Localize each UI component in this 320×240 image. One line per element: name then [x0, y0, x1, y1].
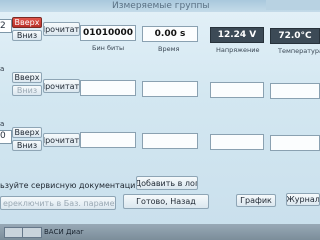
value-cell-3-4	[270, 135, 320, 151]
caption-1-1: Бин биты	[92, 44, 125, 52]
group-down-button-1[interactable]: Вниз	[12, 30, 42, 41]
group-label-3: а	[0, 120, 5, 128]
caption-1-3: Напряжение	[216, 46, 260, 54]
measured-groups-window: Измеряемые группы 2 Вверх Вниз Прочитать…	[0, 0, 320, 240]
group-number-1: 2	[0, 21, 6, 31]
group-up-button-1[interactable]: Вверх	[12, 17, 42, 28]
service-doc-notice: ьзуйте сервисную документацию!	[0, 181, 146, 190]
taskbar: ВАСИ Диаг	[0, 224, 320, 240]
value-cell-1-4: 72.0°C	[270, 28, 320, 44]
group-up-button-2[interactable]: Вверх	[12, 72, 42, 83]
caption-1-2: Время	[158, 45, 180, 53]
group-up-button-3[interactable]: Вверх	[12, 127, 42, 138]
value-cell-2-3	[210, 82, 264, 98]
title-bar: Измеряемые группы	[0, 0, 320, 12]
value-cell-2-1	[80, 80, 136, 96]
value-cell-2-4	[270, 83, 320, 99]
done-back-button[interactable]: Готово, Назад	[123, 194, 209, 209]
group-down-button-2[interactable]: Вниз	[12, 85, 42, 96]
taskbar-button-2[interactable]	[22, 227, 42, 238]
value-cell-3-2	[142, 133, 198, 149]
taskbar-button-1[interactable]	[4, 227, 24, 238]
group-read-button-1[interactable]: Прочитать	[43, 22, 80, 36]
group-read-button-2[interactable]: Прочитать	[43, 79, 80, 93]
group-number-3: 0	[0, 131, 6, 141]
taskbar-item-vasi[interactable]: ВАСИ Диаг	[44, 228, 84, 236]
title-bar-controls	[266, 0, 320, 10]
value-cell-2-2	[142, 81, 198, 97]
value-cell-1-2: 0.00 s	[142, 26, 198, 42]
switch-basic-params-button[interactable]: ереключить в Баз. параметры	[0, 196, 116, 210]
value-cell-1-3: 12.24 V	[210, 27, 264, 43]
graph-button[interactable]: График	[236, 194, 276, 207]
value-cell-1-1: 01010000	[80, 25, 136, 41]
journal-button[interactable]: Журнал	[286, 193, 320, 206]
value-cell-3-3	[210, 134, 264, 150]
group-label-2: а	[0, 65, 5, 73]
window-title: Измеряемые группы	[112, 1, 210, 11]
add-to-log-button[interactable]: Добавить в лог	[136, 176, 198, 190]
group-down-button-3[interactable]: Вниз	[12, 140, 42, 151]
caption-1-4: Температура	[278, 47, 320, 55]
group-read-button-3[interactable]: Прочитать	[43, 133, 80, 147]
value-cell-3-1	[80, 132, 136, 148]
